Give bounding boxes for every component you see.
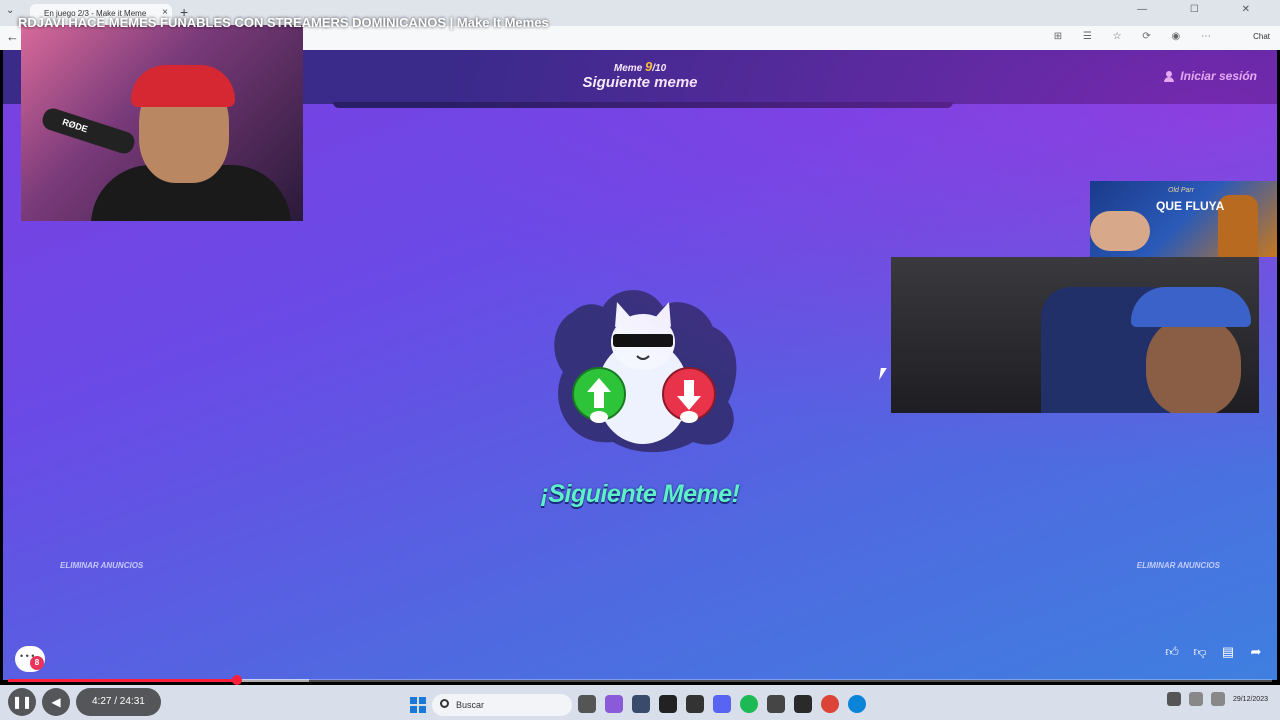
edge-icon[interactable] — [848, 695, 866, 713]
thumbs-down-icon[interactable]: 👎︎ — [1192, 644, 1208, 660]
advertisement-banner[interactable]: Old Parr QUE FLUYA — [1090, 181, 1277, 257]
meme-counter-label: Meme — [613, 63, 643, 74]
login-label: Iniciar sesión — [1180, 69, 1257, 83]
spotify-icon[interactable] — [740, 695, 758, 713]
pause-icon[interactable]: ❚❚ — [8, 688, 36, 716]
progress-played — [8, 679, 238, 682]
tray-app-icon[interactable] — [1166, 692, 1181, 706]
sunglasses-icon — [613, 334, 673, 347]
comment-icon[interactable]: ▤ — [1220, 644, 1236, 660]
ad-brand: Old Parr — [1168, 187, 1195, 194]
screen: ⌄ En juego 2/3 - Make it Meme × + — ☐ ✕ … — [0, 0, 1280, 720]
streamer-face — [1146, 317, 1241, 413]
video-actions: 👍︎ 👎︎ ▤ ➦ — [1164, 644, 1264, 660]
volume-icon[interactable]: ◀ — [42, 688, 70, 716]
search-placeholder: Buscar — [456, 700, 485, 710]
time-display: 4:27 / 24:31 — [76, 688, 161, 716]
share-icon[interactable]: ➦ — [1248, 644, 1264, 660]
login-button[interactable]: Iniciar sesión — [1164, 69, 1257, 83]
chat-button[interactable]: Chat — [1253, 32, 1270, 41]
meme-counter-total: /10 — [652, 63, 667, 74]
player-controls: ❚❚ ◀ 4:27 / 24:31 — [8, 688, 161, 716]
progress-scrubber[interactable] — [232, 675, 243, 685]
thumbs-up-icon[interactable]: 👍︎ — [1164, 644, 1180, 660]
network-icon[interactable] — [1188, 692, 1203, 706]
paw-left — [590, 411, 608, 423]
taskbar-search-input[interactable]: Buscar — [432, 694, 572, 716]
microphone: RØDE — [39, 105, 138, 157]
ad-hand — [1090, 211, 1150, 251]
back-button[interactable]: ← — [6, 29, 19, 44]
system-tray: 29/12/2023 — [1166, 692, 1268, 706]
chrome-icon[interactable] — [821, 695, 839, 713]
search-icon — [440, 699, 449, 708]
streamer-webcam-left: RØDE — [21, 25, 303, 221]
streamer-webcam-right — [891, 257, 1259, 413]
terminal-icon[interactable] — [659, 695, 677, 713]
clock: 29/12/2023 — [1232, 695, 1268, 703]
user-icon — [1164, 70, 1175, 82]
windows-icon[interactable] — [410, 697, 426, 713]
paw-right — [680, 411, 698, 423]
window-controls[interactable]: — ☐ ✕ — [1137, 4, 1270, 15]
streamer-red-cap — [131, 65, 235, 107]
discord-icon[interactable] — [713, 695, 731, 713]
copilot-icon[interactable] — [605, 695, 623, 713]
settings-icon[interactable] — [1210, 692, 1225, 706]
tab-list-icon[interactable]: ⌄ — [6, 5, 14, 16]
taskbar-apps — [578, 695, 866, 713]
streamer-blue-cap — [1131, 287, 1251, 327]
remove-ads-link-right[interactable]: ELIMINAR ANUNCIOS — [1137, 561, 1220, 570]
obs-icon[interactable] — [686, 695, 704, 713]
video-title: RDJAVI HACE MEMES FUNABLES CON STREAMERS… — [18, 15, 549, 30]
app-icon[interactable] — [767, 695, 785, 713]
remove-ads-link-left[interactable]: ELIMINAR ANUNCIOS — [60, 561, 143, 570]
store-icon[interactable] — [632, 695, 650, 713]
chat-notification-badge: 8 — [30, 656, 44, 670]
header-tab-shadow — [333, 102, 953, 108]
toolbar-icons[interactable]: ⊞ ☰ ☆ ⟳ ◉ ⋯ — [1054, 31, 1220, 42]
epic-games-icon[interactable] — [794, 695, 812, 713]
next-meme-heading: ¡Siguiente Meme! — [540, 480, 740, 508]
video-progress-bar[interactable] — [8, 675, 1272, 685]
ad-tagline: QUE FLUYA — [1156, 199, 1225, 213]
cat-mascot-illustration — [554, 290, 737, 453]
task-view-icon[interactable] — [578, 695, 596, 713]
